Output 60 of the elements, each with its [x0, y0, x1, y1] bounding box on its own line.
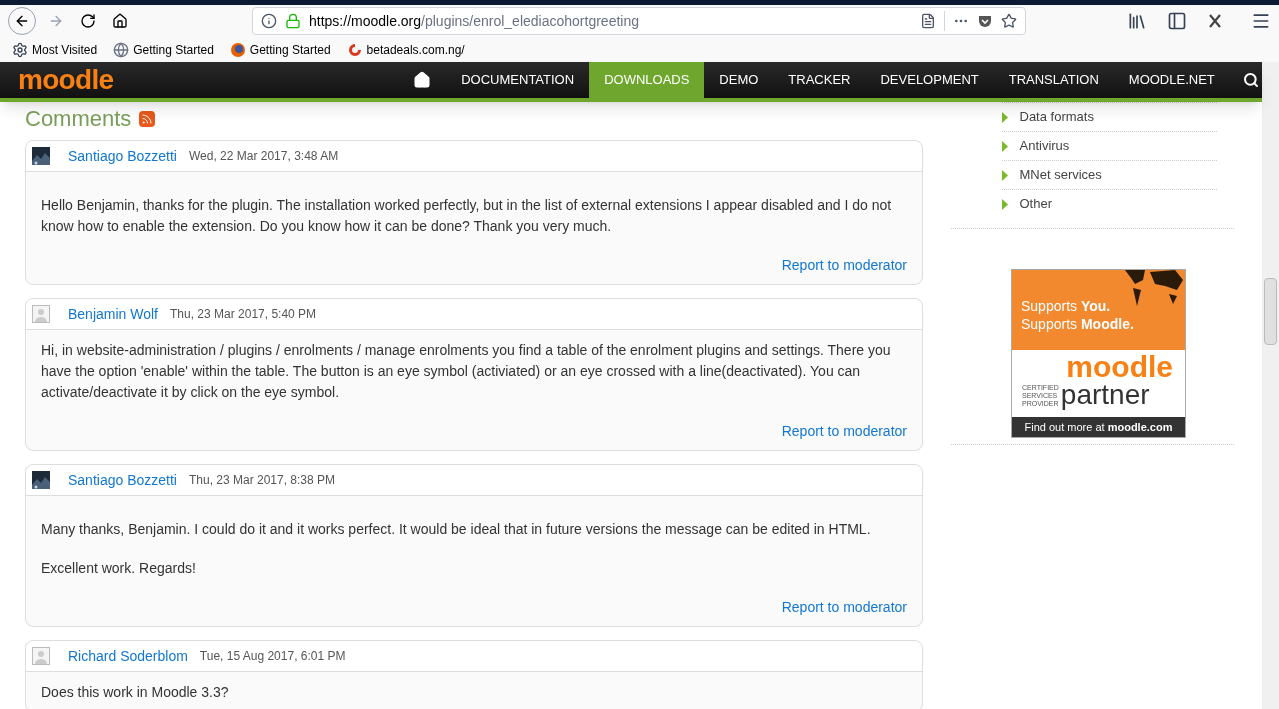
comment-date: Thu, 23 Mar 2017, 5:40 PM [170, 306, 317, 323]
nav-tab[interactable]: DEVELOPMENT [865, 62, 994, 98]
scrollbar[interactable] [1262, 62, 1279, 709]
nav-tab[interactable]: DOCUMENTATION [446, 62, 590, 98]
triangle-icon [1001, 169, 1008, 181]
swirl-icon [346, 41, 363, 58]
ad-footer: Find out more at moodle.com [1012, 417, 1185, 437]
ad-logo-text: partner [1060, 382, 1150, 408]
gear-icon [12, 41, 28, 58]
star-icon[interactable] [1001, 13, 1017, 29]
comment-text: Does this work in Moodle 3.3? [41, 683, 230, 702]
report-link[interactable]: Report to moderator [781, 255, 907, 276]
ad-text: Supports Moodle. [1021, 315, 1135, 333]
comment-text: Excellent work. Regards! [41, 559, 197, 578]
author-link[interactable]: Benjamin Wolf [68, 303, 158, 325]
rss-icon[interactable] [139, 110, 156, 127]
url-text: https://moodle.org/plugins/enrol_elediacohortgreeting [309, 11, 639, 31]
info-icon [261, 13, 277, 29]
nav-tab[interactable]: TRANSLATION [993, 62, 1114, 98]
sidebar-icon[interactable] [1167, 11, 1187, 31]
section-heading: Comments [25, 105, 132, 133]
lock-icon [285, 13, 301, 29]
comment-date: Wed, 22 Mar 2017, 3:48 AM [188, 148, 339, 165]
home-button[interactable] [112, 13, 128, 29]
report-link[interactable]: Report to moderator [781, 421, 907, 442]
report-link[interactable]: Report to moderator [781, 597, 907, 618]
bookmark-item[interactable]: Most Visited [12, 40, 98, 59]
comment-date: Tue, 15 Aug 2017, 6:01 PM [199, 648, 346, 665]
comment-date: Thu, 23 Mar 2017, 8:38 PM [188, 472, 336, 489]
nav-tab[interactable]: MOODLE.NET [1113, 62, 1230, 98]
menu-icon[interactable] [1251, 11, 1271, 31]
category-link[interactable]: Data formats [1019, 107, 1094, 127]
site-logo[interactable]: moodle [18, 66, 114, 94]
globe-icon [113, 41, 130, 58]
library-icon[interactable] [1127, 11, 1147, 31]
triangle-icon [1001, 140, 1008, 152]
author-link[interactable]: Santiago Bozzetti [68, 145, 177, 167]
author-link[interactable]: Richard Soderblom [68, 645, 188, 667]
triangle-icon [1001, 198, 1008, 210]
comment-text: Many thanks, Benjamin. I could do it and it works perfect. It would be ideal that in future versions the message can be edited in HTML. [41, 520, 872, 539]
nav-tab[interactable]: DEMO [704, 62, 774, 98]
comment-text: Hi, in website-administration / plugins / enrolments / manage enrolments you find a table of the enrolment plugins and settings. There you have the option 'enable' within the table. The button is an eye symbol (activiated) or an eye crossed with a line(deactivated). You can activate/deactivate it by click on the eye symbol. [41, 341, 892, 402]
bookmark-item[interactable]: Getting Started [113, 40, 214, 59]
triangle-icon [1001, 111, 1008, 123]
address-bar[interactable]: https://moodle.org/plugins/enrol_elediacohortgreeting [252, 7, 1026, 35]
ad-text: Supports You. [1021, 297, 1112, 315]
category-link[interactable]: MNet services [1019, 165, 1102, 185]
pocket-icon[interactable] [977, 13, 993, 29]
reader-view-icon[interactable] [920, 13, 936, 29]
bookmark-item[interactable]: Getting Started [229, 40, 331, 59]
category-link[interactable]: Other [1019, 194, 1052, 214]
comment-text: Hello Benjamin, thanks for the plugin. The installation worked perfectly, but in the list of external extensions I appear disabled and I do not know how to enable the extension. Do you know how it can be done? Thank you very much. [41, 196, 893, 236]
bookmark-item[interactable]: betadeals.com.ng/ [346, 40, 465, 59]
browser-logo-icon [229, 41, 246, 58]
reload-button[interactable] [80, 13, 96, 29]
ad-logo-text: moodle [1066, 352, 1174, 382]
category-link[interactable]: Antivirus [1019, 136, 1070, 156]
author-link[interactable]: Santiago Bozzetti [68, 469, 177, 491]
nav-tab[interactable]: TRACKER [773, 62, 866, 98]
cross-icon[interactable] [1207, 13, 1223, 29]
